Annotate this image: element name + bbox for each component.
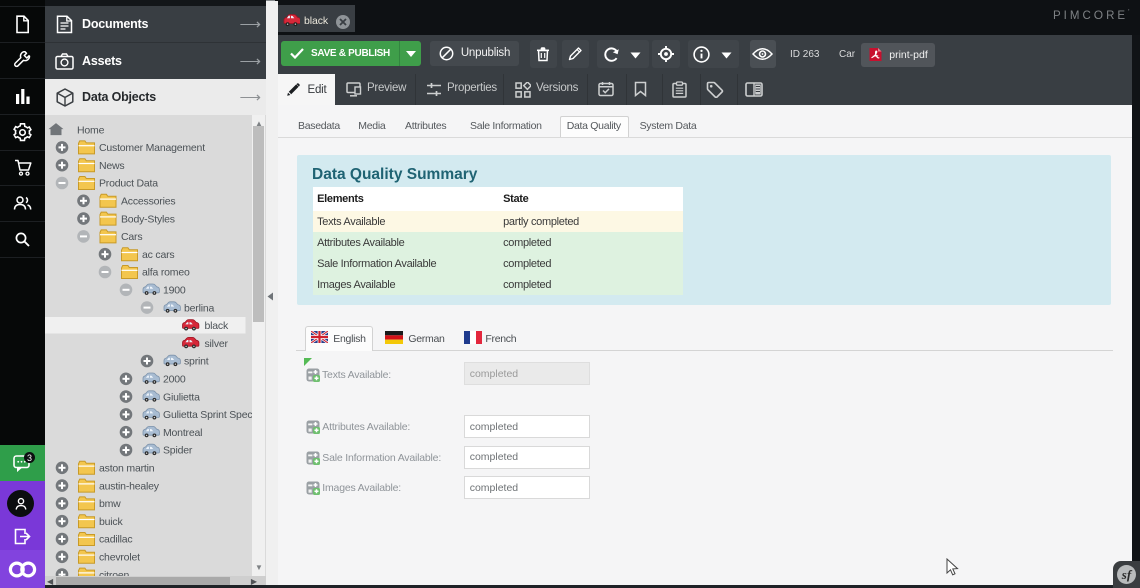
- svg-text:Customer Management: Customer Management: [99, 142, 205, 154]
- svg-text:Home: Home: [77, 124, 105, 136]
- svg-text:sprint: sprint: [184, 356, 209, 368]
- svg-text:black: black: [205, 320, 229, 332]
- svg-text:aston martin: aston martin: [99, 463, 155, 475]
- svg-text:austin-healey: austin-healey: [99, 480, 160, 492]
- svg-text:Giulietta: Giulietta: [163, 391, 200, 403]
- svg-text:chevrolet: chevrolet: [99, 552, 140, 564]
- svg-text:cadillac: cadillac: [99, 534, 132, 546]
- svg-text:berlina: berlina: [184, 302, 214, 314]
- svg-text:bmw: bmw: [99, 498, 121, 510]
- svg-text:Spider: Spider: [163, 445, 193, 457]
- svg-text:buick: buick: [99, 516, 123, 528]
- svg-text:2000: 2000: [163, 374, 186, 386]
- svg-text:Montreal: Montreal: [163, 427, 202, 439]
- svg-text:Accessories: Accessories: [121, 196, 175, 208]
- svg-text:citroen: citroen: [99, 569, 129, 576]
- svg-text:Gulietta Sprint Special: Gulietta Sprint Special: [163, 409, 262, 421]
- svg-text:Body-Styles: Body-Styles: [121, 213, 175, 225]
- svg-text:1900: 1900: [163, 285, 186, 297]
- svg-text:News: News: [99, 160, 124, 172]
- svg-text:Product Data: Product Data: [99, 178, 158, 190]
- svg-text:silver: silver: [205, 338, 229, 350]
- svg-text:alfa romeo: alfa romeo: [142, 267, 190, 279]
- svg-text:ac cars: ac cars: [142, 249, 174, 261]
- svg-text:Cars: Cars: [121, 231, 142, 243]
